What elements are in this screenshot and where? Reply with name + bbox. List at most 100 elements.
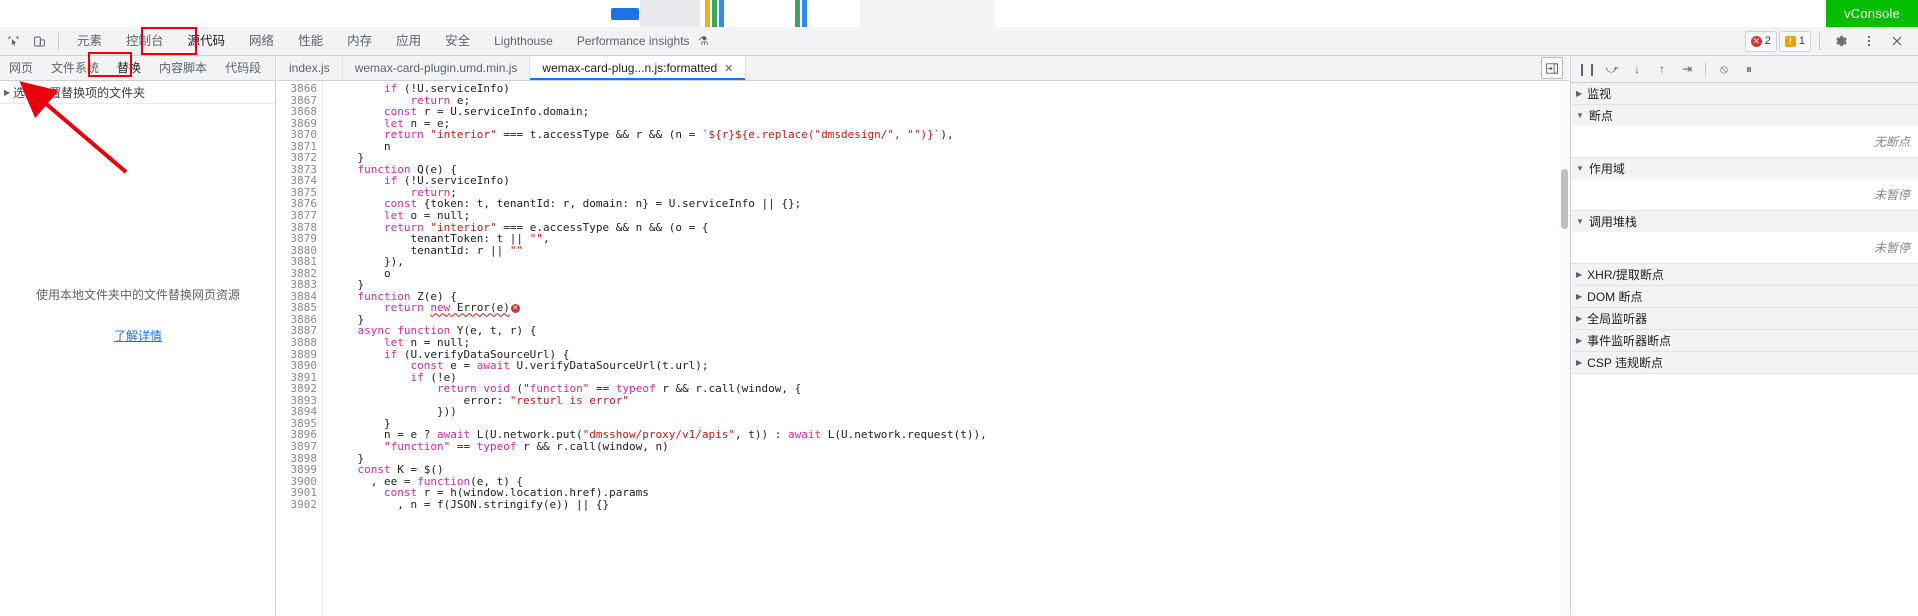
step-button[interactable]: ⇥ xyxy=(1675,57,1699,81)
debugger-section-header[interactable]: ▼ 调用堆栈 xyxy=(1571,211,1918,232)
editor-source-code[interactable]: if (!U.serviceInfo) return e; const r = … xyxy=(323,81,1569,616)
code-line[interactable]: }), xyxy=(331,256,1569,268)
code-line[interactable]: tenantId: r || "" xyxy=(331,244,1569,257)
step-into-button[interactable]: ↓ xyxy=(1625,57,1649,81)
code-line[interactable]: const e = await U.verifyDataSourceUrl(t.… xyxy=(331,360,1569,372)
chevron-right-icon: ▶ xyxy=(1576,270,1583,279)
tab-sources[interactable]: 源代码 xyxy=(176,27,238,56)
step-over-button[interactable]: ⤻ xyxy=(1600,57,1624,81)
debugger-section-header[interactable]: ▶ XHR/提取断点 xyxy=(1571,264,1918,285)
editor-scrollbar-thumb[interactable] xyxy=(1561,169,1568,229)
error-count-badge[interactable]: ✕ 2 xyxy=(1744,30,1777,52)
line-number[interactable]: 3899 xyxy=(277,464,322,476)
line-number[interactable]: 3901 xyxy=(277,487,322,499)
page-bar-blue-2 xyxy=(802,0,807,27)
code-line[interactable]: if (!U.serviceInfo) xyxy=(331,175,1569,187)
overrides-empty-state: 使用本地文件夹中的文件替换网页资源 了解详情 xyxy=(0,286,276,344)
tab-memory[interactable]: 内存 xyxy=(335,27,384,56)
debugger-sections: ▶ 监视 ▼ 断点 无断点 ▼ 作用域 未暂停 ▼ 调用堆栈 未暂停 ▶ XHR/提取断点 ▶ DOM 断点… xyxy=(1571,83,1918,374)
select-folder-row[interactable]: ▶ 选择放置替换项的文件夹 xyxy=(0,81,275,104)
editor-tab-wemax-formatted[interactable]: wemax-card-plug...n.js:formatted ✕ xyxy=(530,56,747,80)
code-line[interactable]: })) xyxy=(331,406,1569,418)
vconsole-button[interactable]: vConsole xyxy=(1826,0,1918,27)
nav-tab-snippets[interactable]: 代码段 xyxy=(216,56,270,80)
more-vertical-icon[interactable] xyxy=(1856,28,1882,54)
line-number[interactable]: 3866 xyxy=(277,83,322,95)
code-line[interactable]: } xyxy=(331,452,1569,465)
learn-more-link[interactable]: 了解详情 xyxy=(114,327,162,344)
debugger-section-header[interactable]: ▶ 监视 xyxy=(1571,83,1918,104)
line-number[interactable]: 3888 xyxy=(277,337,322,349)
editor-tab-wemax-umd-min[interactable]: wemax-card-plugin.umd.min.js xyxy=(343,56,531,80)
debugger-section-header[interactable]: ▶ DOM 断点 xyxy=(1571,286,1918,307)
warning-count-value: 1 xyxy=(1798,35,1805,47)
code-line[interactable]: let n = null; xyxy=(331,337,1569,349)
sources-editor-pane: index.js wemax-card-plugin.umd.min.js we… xyxy=(277,56,1569,616)
tab-console[interactable]: 控制台 xyxy=(114,27,176,56)
debugger-section-header[interactable]: ▼ 作用域 xyxy=(1571,158,1918,179)
tab-application[interactable]: 应用 xyxy=(384,27,433,56)
debugger-section-header[interactable]: ▶ CSP 违规断点 xyxy=(1571,352,1918,373)
code-line[interactable]: if (!U.serviceInfo) xyxy=(331,83,1569,95)
code-line[interactable]: function Q(e) { xyxy=(331,164,1569,176)
code-line[interactable]: function Z(e) { xyxy=(331,291,1569,303)
device-toolbar-icon[interactable] xyxy=(26,28,52,54)
line-number[interactable]: 3868 xyxy=(277,106,322,118)
editor-tab-index-js[interactable]: index.js xyxy=(277,56,343,80)
error-badge-icon[interactable]: ✕ xyxy=(510,303,520,313)
line-number[interactable]: 3879 xyxy=(277,233,322,245)
debugger-section-header[interactable]: ▼ 断点 xyxy=(1571,105,1918,126)
code-line[interactable]: const r = U.serviceInfo.domain; xyxy=(331,106,1569,118)
code-line[interactable]: return "interior" === t.accessType && r … xyxy=(331,129,1569,141)
nav-tab-page[interactable]: 网页 xyxy=(0,56,42,80)
code-line[interactable]: o xyxy=(331,268,1569,280)
deactivate-breakpoints-button[interactable]: ⦸ xyxy=(1712,57,1736,81)
tab-elements[interactable]: 元素 xyxy=(65,27,114,56)
debugger-section-header[interactable]: ▶ 事件监听器断点 xyxy=(1571,330,1918,351)
code-line[interactable]: "function" == typeof r && r.call(window,… xyxy=(331,441,1569,453)
code-line[interactable]: const K = $() xyxy=(331,464,1569,476)
chevron-right-icon: ▶ xyxy=(1576,358,1583,367)
close-icon[interactable] xyxy=(1884,28,1910,54)
code-line[interactable]: let o = null; xyxy=(331,210,1569,222)
code-line[interactable]: n xyxy=(331,141,1569,153)
step-out-button[interactable]: ↑ xyxy=(1650,57,1674,81)
debugger-section-label: 断点 xyxy=(1588,109,1613,123)
line-number[interactable]: 3870 xyxy=(277,129,322,141)
code-editor[interactable]: 3866 3867 3868 3869 3870 3871 3872 3873 3874 3875… xyxy=(277,81,1569,616)
tab-performance[interactable]: 性能 xyxy=(286,27,335,56)
close-icon[interactable]: ✕ xyxy=(724,62,733,75)
nav-tab-content-scripts[interactable]: 内容脚本 xyxy=(150,56,216,80)
code-line[interactable]: error: "resturl is error" xyxy=(331,394,1569,407)
debugger-section-header[interactable]: ▶ 全局监听器 xyxy=(1571,308,1918,329)
code-line[interactable]: async function Y(e, t, r) { xyxy=(331,325,1569,337)
line-number[interactable]: 3902 xyxy=(277,499,322,511)
tab-performance-insights[interactable]: Performance insights ⚗ xyxy=(565,27,721,56)
code-line[interactable]: const {token: t, tenantId: r, domain: n}… xyxy=(331,198,1569,210)
code-line[interactable]: , n = f(JSON.stringify(e)) || {} xyxy=(331,499,1569,511)
page-bar-blue-1 xyxy=(719,0,724,27)
code-line[interactable]: } xyxy=(331,152,1569,164)
tab-lighthouse[interactable]: Lighthouse xyxy=(482,27,565,56)
code-line[interactable]: return new Error(e) ✕ xyxy=(331,302,1569,314)
page-blue-tab xyxy=(611,8,639,20)
nav-tab-overrides[interactable]: 替换 xyxy=(108,56,150,80)
line-number[interactable]: 3877 xyxy=(277,210,322,222)
line-number[interactable]: 3897 xyxy=(277,441,322,453)
tab-network[interactable]: 网络 xyxy=(237,27,286,56)
code-line[interactable]: const r = h(window.location.href).params xyxy=(331,487,1569,499)
line-number[interactable]: 3890 xyxy=(277,360,322,372)
warning-count-badge[interactable]: ! 1 xyxy=(1778,30,1811,52)
code-line[interactable]: } xyxy=(331,279,1569,291)
nav-tab-filesystem[interactable]: 文件系统 xyxy=(42,56,108,80)
inspect-element-icon[interactable] xyxy=(0,28,26,54)
editor-scrollbar-track[interactable] xyxy=(1560,81,1569,616)
pause-resume-button[interactable]: ❙❙ xyxy=(1575,57,1599,81)
gear-icon[interactable] xyxy=(1828,28,1854,54)
editor-line-numbers: 3866 3867 3868 3869 3870 3871 3872 3873 3874 3875… xyxy=(277,81,323,616)
error-squiggle: new Error(e) xyxy=(430,301,510,315)
tab-security[interactable]: 安全 xyxy=(433,27,482,56)
debugger-sidebar: ❙❙ ⤻ ↓ ↑ ⇥ ⦸ ⏸ ▶ 监视 ▼ 断点 无断点 ▼ 作用域 未暂停 ▼ 调用堆栈 未暂停 ▶ XHR/提取… xyxy=(1570,56,1918,615)
show-navigator-icon[interactable] xyxy=(1541,57,1563,79)
pause-on-exceptions-button[interactable]: ⏸ xyxy=(1737,57,1761,81)
